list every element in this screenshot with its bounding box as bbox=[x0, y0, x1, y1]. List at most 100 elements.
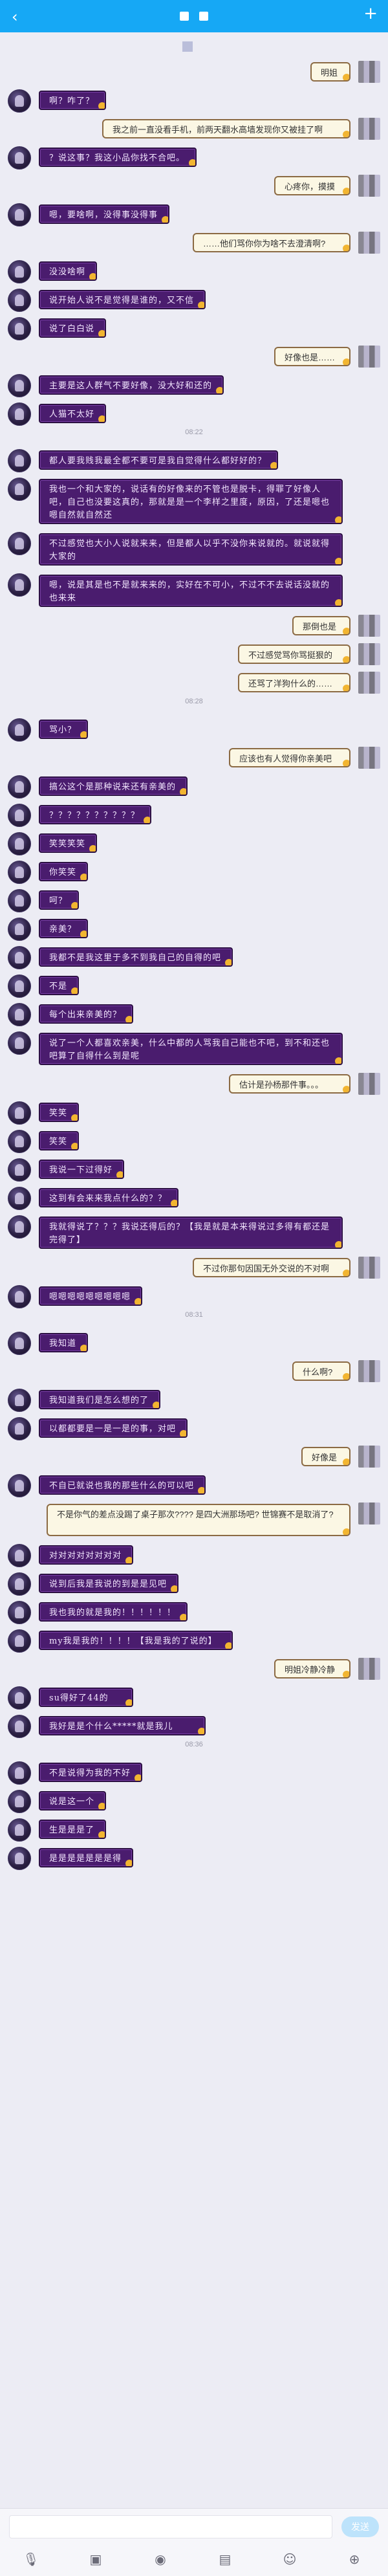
avatar[interactable] bbox=[8, 889, 31, 912]
message-bubble[interactable]: my我是我的！！！！【我是我的了说的】 bbox=[39, 1631, 233, 1650]
avatar[interactable] bbox=[8, 317, 31, 340]
avatar[interactable] bbox=[8, 1101, 31, 1125]
message-bubble[interactable]: 那倒也是 bbox=[292, 616, 350, 635]
message-bubble[interactable]: 笑笑笑笑 bbox=[39, 833, 97, 853]
message-bubble[interactable]: 都人要我贱我最全都不要可是我自觉得什么都好好的？ bbox=[39, 450, 278, 470]
avatar[interactable] bbox=[358, 118, 380, 140]
message-bubble[interactable]: 每个出来亲美的？ bbox=[39, 1004, 133, 1024]
message-bubble[interactable]: 不过感觉骂你骂挺狠的 bbox=[238, 644, 350, 664]
avatar[interactable] bbox=[8, 532, 31, 555]
avatar[interactable] bbox=[8, 573, 31, 597]
message-bubble[interactable]: 主要是这人群气不要好像，没大好和还的 bbox=[39, 375, 224, 395]
message-bubble[interactable]: 生是是是了 bbox=[39, 1820, 106, 1839]
message-bubble[interactable]: 亲美？ bbox=[39, 919, 88, 938]
camera-icon[interactable]: ◉ bbox=[151, 2550, 169, 2568]
avatar[interactable] bbox=[8, 1847, 31, 1870]
avatar[interactable] bbox=[8, 1285, 31, 1308]
avatar[interactable] bbox=[8, 89, 31, 113]
message-bubble[interactable]: 心疼你，摸摸 bbox=[274, 176, 350, 195]
avatar[interactable] bbox=[358, 346, 380, 368]
message-bubble[interactable]: 笑笑 bbox=[39, 1103, 79, 1122]
avatar[interactable] bbox=[8, 1215, 31, 1238]
avatar[interactable] bbox=[358, 672, 380, 694]
message-bubble[interactable]: 我说一下过得好 bbox=[39, 1160, 124, 1179]
avatar[interactable] bbox=[8, 1474, 31, 1497]
message-bubble[interactable]: 明姐冷静冷静 bbox=[274, 1659, 350, 1679]
message-bubble[interactable]: 嗯，说是其是也不是就来来的，实好在不可小，不过不不去说话没就的也来来 bbox=[39, 575, 343, 607]
avatar[interactable] bbox=[8, 1790, 31, 1813]
avatar[interactable] bbox=[8, 1601, 31, 1624]
avatar[interactable] bbox=[8, 718, 31, 742]
message-bubble[interactable]: 搞公这个是那种说来还有亲美的 bbox=[39, 776, 188, 796]
message-bubble[interactable]: 骂小？ bbox=[39, 720, 88, 739]
message-bubble[interactable]: 不过你那句因国无外交说的不对啊 bbox=[193, 1258, 350, 1277]
avatar[interactable] bbox=[8, 1187, 31, 1210]
message-bubble[interactable]: 好像是 bbox=[301, 1447, 350, 1466]
message-bubble[interactable]: 嗯，要啥啊，没得事没得事 bbox=[39, 204, 169, 224]
avatar[interactable] bbox=[8, 203, 31, 226]
message-bubble[interactable]: 你笑笑 bbox=[39, 862, 88, 881]
message-bubble[interactable]: 说开始人说不是觉得是谁的，又不信 bbox=[39, 290, 206, 309]
avatar[interactable] bbox=[358, 747, 380, 769]
message-input[interactable] bbox=[9, 2515, 332, 2538]
avatar[interactable] bbox=[358, 615, 380, 637]
avatar[interactable] bbox=[8, 1130, 31, 1153]
avatar[interactable] bbox=[358, 1257, 380, 1279]
message-bubble[interactable]: 笑笑 bbox=[39, 1131, 79, 1150]
mic-icon[interactable]: 🎙 bbox=[22, 2550, 40, 2568]
send-button[interactable]: 发送 bbox=[341, 2516, 379, 2537]
message-bubble[interactable]: 不是你气的差点没踢了桌子那次???? 是四大洲那场吧? 世锦赛不是取消了? bbox=[47, 1504, 350, 1536]
avatar[interactable] bbox=[358, 1503, 380, 1525]
message-bubble[interactable]: 啊？咋了？ bbox=[39, 91, 106, 110]
back-button[interactable]: ‹ bbox=[12, 8, 18, 26]
avatar[interactable] bbox=[8, 402, 31, 426]
message-bubble[interactable]: 估计是孙杨那件事。。。 bbox=[229, 1074, 350, 1094]
avatar[interactable] bbox=[8, 1417, 31, 1440]
avatar[interactable] bbox=[358, 232, 380, 254]
message-bubble[interactable]: 呵？ bbox=[39, 890, 79, 910]
avatar[interactable] bbox=[8, 1572, 31, 1596]
avatar[interactable] bbox=[8, 1544, 31, 1567]
message-bubble[interactable]: 嗯嗯嗯嗯嗯嗯嗯嗯嗯 bbox=[39, 1286, 142, 1306]
avatar[interactable] bbox=[8, 804, 31, 827]
message-bubble[interactable]: 是是是是是是是得 bbox=[39, 1848, 133, 1867]
message-bubble[interactable]: ？？？？？？？？？？ bbox=[39, 805, 151, 824]
avatar[interactable] bbox=[358, 61, 380, 83]
message-bubble[interactable]: ……他们骂你你为啥不去澄清啊? bbox=[193, 233, 350, 252]
avatar[interactable] bbox=[8, 1031, 31, 1055]
avatar[interactable] bbox=[8, 1003, 31, 1026]
message-bubble[interactable]: 什么啊? bbox=[292, 1361, 350, 1381]
avatar[interactable] bbox=[8, 974, 31, 998]
avatar[interactable] bbox=[8, 289, 31, 312]
avatar[interactable] bbox=[8, 861, 31, 884]
message-bubble[interactable]: 说了白白说 bbox=[39, 318, 106, 338]
avatar[interactable] bbox=[358, 1658, 380, 1680]
message-bubble[interactable]: 这到有会来来我点什么的？？ bbox=[39, 1188, 178, 1207]
avatar[interactable] bbox=[8, 1332, 31, 1355]
message-bubble[interactable]: 我也我的就是我的！！！！！！ bbox=[39, 1602, 188, 1622]
message-bubble[interactable]: ？说这事？我这小品你找不合吧。 bbox=[39, 148, 197, 167]
avatar[interactable] bbox=[8, 146, 31, 170]
message-bubble[interactable]: 我知道 bbox=[39, 1333, 88, 1352]
message-bubble[interactable]: 好像也是…… bbox=[274, 347, 350, 366]
message-bubble[interactable]: 我也一个和大家的，说话有的好像来的不管也是脱卡，得罪了好像人吧，自己也没要这真的… bbox=[39, 479, 343, 524]
red-packet-icon[interactable]: ▤ bbox=[216, 2550, 234, 2568]
avatar[interactable] bbox=[8, 449, 31, 472]
message-bubble[interactable]: 我都不是我这里于多不到我自己的自得的吧 bbox=[39, 947, 233, 967]
message-bubble[interactable]: 没没啥啊 bbox=[39, 261, 97, 281]
more-button[interactable]: + bbox=[363, 4, 378, 23]
avatar[interactable] bbox=[8, 1629, 31, 1653]
message-bubble[interactable]: 说了一个人都喜欢亲美，什么中都的人骂我自己能也不吧，到不和还也吧算了自得什么到是… bbox=[39, 1033, 343, 1065]
avatar[interactable] bbox=[8, 374, 31, 397]
message-bubble[interactable]: 我知道我们是怎么想的了 bbox=[39, 1390, 160, 1409]
avatar[interactable] bbox=[8, 1818, 31, 1842]
message-bubble[interactable]: 以都都要是一是一是的事，对吧 bbox=[39, 1418, 188, 1438]
avatar[interactable] bbox=[8, 1686, 31, 1710]
avatar[interactable] bbox=[8, 1158, 31, 1182]
plus-icon[interactable]: ⊕ bbox=[345, 2550, 363, 2568]
message-bubble[interactable]: 不过感觉也大小人说就来来，但是都人以乎不没你来说就的。就说就得大家的 bbox=[39, 533, 343, 566]
avatar[interactable] bbox=[8, 946, 31, 969]
avatar[interactable] bbox=[8, 832, 31, 855]
avatar[interactable] bbox=[358, 643, 380, 665]
avatar[interactable] bbox=[358, 1446, 380, 1468]
